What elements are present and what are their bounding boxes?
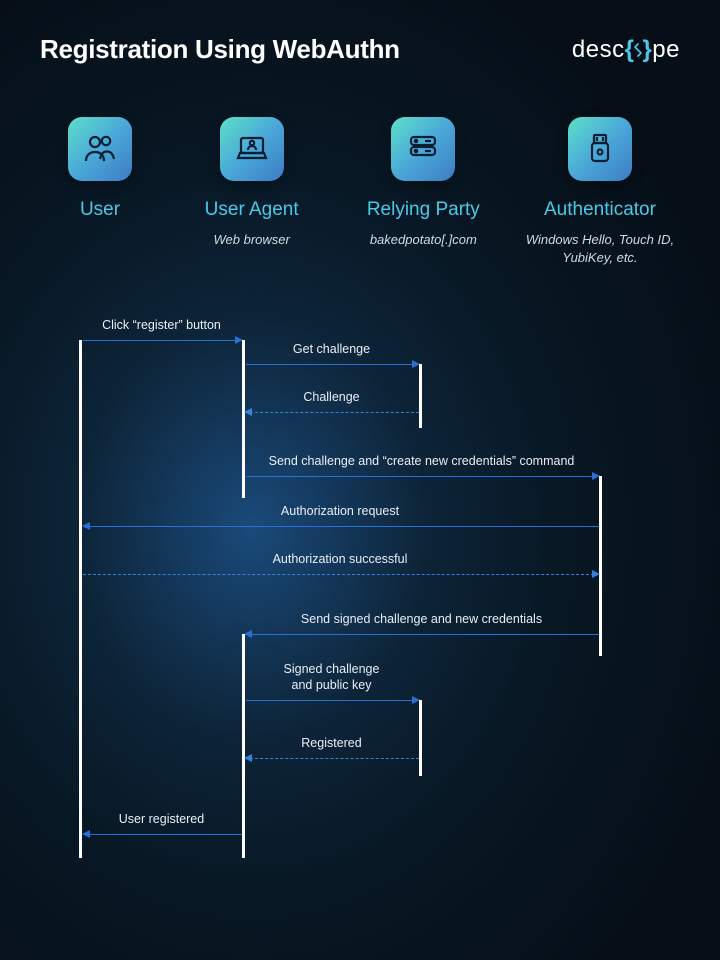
lifeline-agent-1 <box>242 340 245 498</box>
msg-click-register: Click “register” button <box>80 318 243 332</box>
msg-send-challenge-create: Send challenge and “create new credentia… <box>243 454 600 468</box>
arrow-click-register <box>83 340 239 341</box>
arrow-get-challenge <box>246 364 416 365</box>
arrowhead <box>244 754 252 762</box>
brand-pre: desc <box>572 36 625 64</box>
arrow-user-registered <box>88 834 242 835</box>
actor-user: User <box>40 117 160 266</box>
msg-auth-successful: Authorization successful <box>80 552 600 566</box>
brand-post: pe <box>652 36 680 64</box>
arrow-send-signed <box>250 634 599 635</box>
user-icon <box>68 117 132 181</box>
msg-signed-public-key-2: and public key <box>243 678 420 692</box>
msg-challenge: Challenge <box>243 390 420 404</box>
arrow-auth-request <box>88 526 599 527</box>
msg-user-registered: User registered <box>80 812 243 826</box>
arrowhead <box>82 830 90 838</box>
actor-rp-label: Relying Party <box>367 199 480 221</box>
arrowhead <box>82 522 90 530</box>
msg-get-challenge: Get challenge <box>243 342 420 356</box>
sequence-diagram: Click “register” button Get challenge Ch… <box>0 318 720 878</box>
usb-key-icon <box>568 117 632 181</box>
actor-auth: Authenticator Windows Hello, Touch ID, Y… <box>520 117 680 266</box>
page-title: Registration Using WebAuthn <box>40 34 400 65</box>
msg-registered: Registered <box>243 736 420 750</box>
arrow-signed-public-key <box>246 700 416 701</box>
brand-logo: desc {} pe <box>572 36 680 64</box>
actor-auth-sub: Windows Hello, Touch ID, YubiKey, etc. <box>525 231 675 266</box>
lifeline-user <box>79 340 82 858</box>
msg-send-signed: Send signed challenge and new credential… <box>243 612 600 626</box>
lifeline-auth <box>599 476 602 656</box>
arrowhead <box>244 408 252 416</box>
arrow-challenge <box>250 412 419 413</box>
actor-auth-label: Authenticator <box>544 199 656 221</box>
actor-rp-sub: bakedpotato[.]com <box>370 231 477 249</box>
arrow-send-challenge-create <box>246 476 596 477</box>
brand-braces-icon: {} <box>625 36 653 64</box>
actor-agent-label: User Agent <box>205 199 299 221</box>
arrow-registered <box>250 758 419 759</box>
arrowhead <box>592 570 600 578</box>
arrowhead <box>244 630 252 638</box>
server-icon <box>391 117 455 181</box>
msg-auth-request: Authorization request <box>80 504 600 518</box>
actor-agent: User Agent Web browser <box>177 117 327 266</box>
actor-user-label: User <box>80 199 120 221</box>
actor-rp: Relying Party bakedpotato[.]com <box>343 117 503 266</box>
msg-signed-public-key-1: Signed challenge <box>243 662 420 676</box>
laptop-icon <box>220 117 284 181</box>
actor-agent-sub: Web browser <box>213 231 289 249</box>
arrow-auth-successful <box>83 574 594 575</box>
